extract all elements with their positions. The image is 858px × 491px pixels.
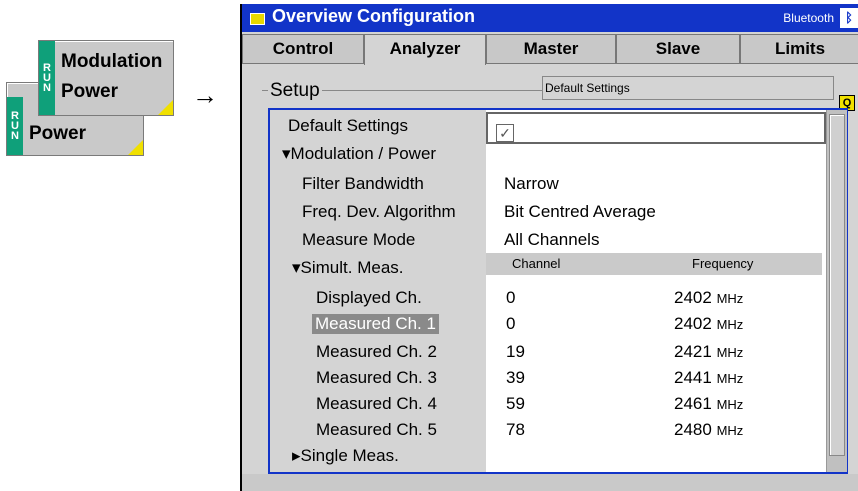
measured-ch3-frequency[interactable]: 2441 MHz <box>674 368 743 388</box>
measured-ch1-frequency[interactable]: 2402 MHz <box>674 314 743 334</box>
filter-bandwidth-value[interactable]: Narrow <box>504 174 559 194</box>
channel-column-header: Channel <box>512 256 561 271</box>
measured-ch5-frequency[interactable]: 2480 MHz <box>674 420 743 440</box>
setup-label: Setup <box>268 80 322 102</box>
channel-table-header: Channel Frequency <box>486 253 822 275</box>
run-indicator: RUN <box>39 41 55 115</box>
setup-panel: Default Settings ▾Modulation / Power Fil… <box>268 108 848 474</box>
freq-dev-algorithm-value[interactable]: Bit Centred Average <box>504 202 656 222</box>
tab-bar: Control Analyzer Master Slave Limits <box>242 34 858 65</box>
measured-ch3-channel[interactable]: 39 <box>506 368 525 388</box>
measured-ch5-label[interactable]: Measured Ch. 5 <box>316 420 437 440</box>
measured-ch3-label[interactable]: Measured Ch. 3 <box>316 368 437 388</box>
softkey-corner-icon <box>158 100 173 115</box>
default-settings-box[interactable]: Default Settings <box>542 76 834 100</box>
tree-values: ✓ Narrow Bit Centred Average All Channel… <box>486 110 826 472</box>
tab-analyzer[interactable]: Analyzer <box>364 34 486 65</box>
measured-ch2-frequency[interactable]: 2421 MHz <box>674 342 743 362</box>
tab-slave[interactable]: Slave <box>616 34 740 64</box>
measure-mode-value[interactable]: All Channels <box>504 230 599 250</box>
tab-master[interactable]: Master <box>486 34 616 64</box>
modulation-label: Modulation <box>61 51 163 72</box>
measured-ch2-label[interactable]: Measured Ch. 2 <box>316 342 437 362</box>
modulation-power-run-button[interactable]: RUN Modulation Power <box>38 40 174 116</box>
power-label: Power <box>61 81 119 102</box>
displayed-ch-channel[interactable]: 0 <box>506 288 515 308</box>
modulation-power-node[interactable]: ▾Modulation / Power <box>282 144 436 164</box>
bluetooth-icon: ᛒ <box>840 8 858 28</box>
softkey-corner-icon <box>128 140 143 155</box>
measure-mode-label[interactable]: Measure Mode <box>302 230 415 250</box>
measured-ch4-channel[interactable]: 59 <box>506 394 525 414</box>
network-mode: Bluetooth <box>783 11 834 25</box>
scrollbar-thumb[interactable] <box>829 114 845 456</box>
freq-dev-algorithm-label[interactable]: Freq. Dev. Algorithm <box>302 202 456 222</box>
tab-control[interactable]: Control <box>242 34 364 64</box>
power-label: Power <box>29 123 87 144</box>
measured-ch1-label[interactable]: Measured Ch. 1 <box>312 314 439 334</box>
run-indicator: RUN <box>7 97 23 155</box>
measured-ch4-label[interactable]: Measured Ch. 4 <box>316 394 437 414</box>
arrow-right-icon: → <box>192 80 218 110</box>
tab-limits[interactable]: Limits <box>740 34 858 64</box>
frequency-column-header: Frequency <box>692 256 754 271</box>
simult-meas-node[interactable]: ▾Simult. Meas. <box>292 258 404 278</box>
displayed-ch-frequency[interactable]: 2402 MHz <box>674 288 743 308</box>
default-settings-checkbox[interactable]: ✓ <box>496 124 514 142</box>
window-title: Overview Configuration <box>272 6 476 26</box>
measured-ch4-frequency[interactable]: 2461 MHz <box>674 394 743 414</box>
title-bar: Overview Configuration Bluetooth ᛒ <box>242 4 858 32</box>
measured-ch1-channel[interactable]: 0 <box>506 314 515 334</box>
default-settings-label[interactable]: Default Settings <box>288 116 408 136</box>
window-menu-icon[interactable] <box>250 13 265 25</box>
default-settings-field[interactable]: ✓ <box>486 112 826 144</box>
filter-bandwidth-label[interactable]: Filter Bandwidth <box>302 174 424 194</box>
overview-configuration-window: Overview Configuration Bluetooth ᛒ Contr… <box>240 4 858 491</box>
single-meas-node[interactable]: ▸Single Meas. <box>292 446 399 466</box>
vertical-scrollbar[interactable] <box>826 110 847 472</box>
measured-ch5-channel[interactable]: 78 <box>506 420 525 440</box>
bottom-bar <box>242 474 858 491</box>
displayed-ch-label[interactable]: Displayed Ch. <box>316 288 422 308</box>
measured-ch2-channel[interactable]: 19 <box>506 342 525 362</box>
tree-labels: Default Settings ▾Modulation / Power Fil… <box>270 110 486 472</box>
